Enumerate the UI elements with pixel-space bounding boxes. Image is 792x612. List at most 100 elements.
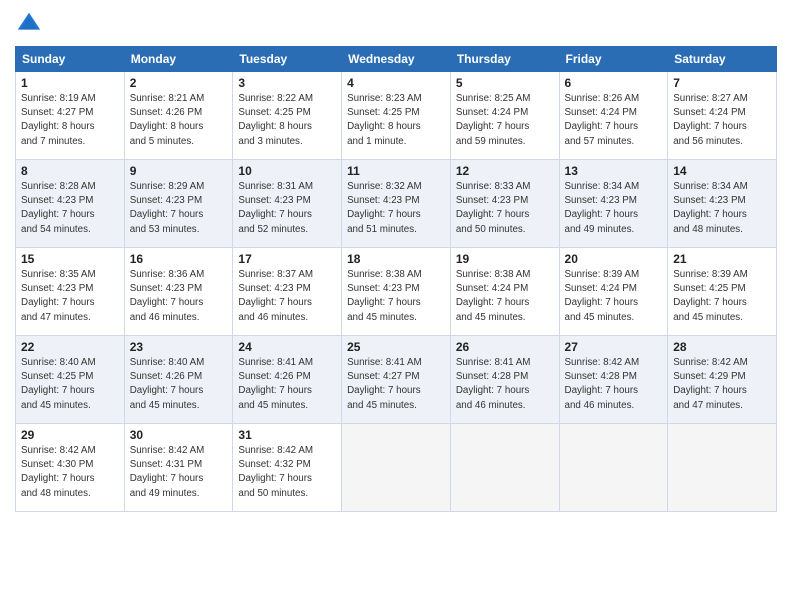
calendar-cell: 28 Sunrise: 8:42 AM Sunset: 4:29 PM Dayli… xyxy=(668,336,777,424)
day-detail: Sunrise: 8:34 AM Sunset: 4:23 PM Dayligh… xyxy=(673,180,771,237)
day-detail: Sunrise: 8:42 AM Sunset: 4:32 PM Dayligh… xyxy=(238,444,336,501)
calendar-week-1: 1Sunrise: 8:19 AM Sunset: 4:27 PM Daylig… xyxy=(16,72,777,160)
day-detail: Sunrise: 8:34 AM Sunset: 4:23 PM Dayligh… xyxy=(565,180,663,237)
day-detail: Sunrise: 8:29 AM Sunset: 4:23 PM Dayligh… xyxy=(130,180,228,237)
calendar-week-4: 22 Sunrise: 8:40 AM Sunset: 4:25 PM Dayli… xyxy=(16,336,777,424)
calendar-cell: 12 Sunrise: 8:33 AM Sunset: 4:23 PM Dayli… xyxy=(450,160,559,248)
day-detail: Sunrise: 8:38 AM Sunset: 4:23 PM Dayligh… xyxy=(347,268,445,325)
day-number: 27 xyxy=(565,340,663,354)
calendar-cell: 3 Sunrise: 8:22 AM Sunset: 4:25 PM Daylig… xyxy=(233,72,342,160)
calendar-cell: 22 Sunrise: 8:40 AM Sunset: 4:25 PM Dayli… xyxy=(16,336,125,424)
day-detail: Sunrise: 8:39 AM Sunset: 4:24 PM Dayligh… xyxy=(565,268,663,325)
day-detail: Sunrise: 8:27 AM Sunset: 4:24 PM Dayligh… xyxy=(673,92,771,149)
day-number: 16 xyxy=(130,252,228,266)
calendar-cell: 24 Sunrise: 8:41 AM Sunset: 4:26 PM Dayli… xyxy=(233,336,342,424)
logo xyxy=(15,10,47,38)
col-header-sunday: Sunday xyxy=(16,47,125,72)
calendar-cell: 21 Sunrise: 8:39 AM Sunset: 4:25 PM Dayli… xyxy=(668,248,777,336)
calendar-cell: 2 Sunrise: 8:21 AM Sunset: 4:26 PM Daylig… xyxy=(124,72,233,160)
calendar-cell: 7 Sunrise: 8:27 AM Sunset: 4:24 PM Daylig… xyxy=(668,72,777,160)
calendar-week-5: 29 Sunrise: 8:42 AM Sunset: 4:30 PM Dayli… xyxy=(16,424,777,512)
day-detail: Sunrise: 8:35 AM Sunset: 4:23 PM Dayligh… xyxy=(21,268,119,325)
calendar-cell: 13 Sunrise: 8:34 AM Sunset: 4:23 PM Dayli… xyxy=(559,160,668,248)
header xyxy=(15,10,777,38)
day-number: 9 xyxy=(130,164,228,178)
day-number: 19 xyxy=(456,252,554,266)
day-number: 20 xyxy=(565,252,663,266)
day-number: 14 xyxy=(673,164,771,178)
calendar-cell: 17 Sunrise: 8:37 AM Sunset: 4:23 PM Dayli… xyxy=(233,248,342,336)
page: SundayMondayTuesdayWednesdayThursdayFrid… xyxy=(0,0,792,612)
day-detail: Sunrise: 8:41 AM Sunset: 4:28 PM Dayligh… xyxy=(456,356,554,413)
col-header-thursday: Thursday xyxy=(450,47,559,72)
day-detail: Sunrise: 8:32 AM Sunset: 4:23 PM Dayligh… xyxy=(347,180,445,237)
calendar-cell: 29 Sunrise: 8:42 AM Sunset: 4:30 PM Dayli… xyxy=(16,424,125,512)
day-number: 12 xyxy=(456,164,554,178)
calendar-cell: 10 Sunrise: 8:31 AM Sunset: 4:23 PM Dayli… xyxy=(233,160,342,248)
day-number: 28 xyxy=(673,340,771,354)
day-number: 3 xyxy=(238,76,336,90)
calendar-cell: 9 Sunrise: 8:29 AM Sunset: 4:23 PM Daylig… xyxy=(124,160,233,248)
day-number: 21 xyxy=(673,252,771,266)
col-header-friday: Friday xyxy=(559,47,668,72)
day-detail: Sunrise: 8:41 AM Sunset: 4:26 PM Dayligh… xyxy=(238,356,336,413)
calendar-cell: 25 Sunrise: 8:41 AM Sunset: 4:27 PM Dayli… xyxy=(342,336,451,424)
calendar-cell: 16 Sunrise: 8:36 AM Sunset: 4:23 PM Dayli… xyxy=(124,248,233,336)
logo-icon xyxy=(15,10,43,38)
day-detail: Sunrise: 8:37 AM Sunset: 4:23 PM Dayligh… xyxy=(238,268,336,325)
day-number: 4 xyxy=(347,76,445,90)
day-detail: Sunrise: 8:26 AM Sunset: 4:24 PM Dayligh… xyxy=(565,92,663,149)
day-detail: Sunrise: 8:31 AM Sunset: 4:23 PM Dayligh… xyxy=(238,180,336,237)
calendar-cell: 31Sunrise: 8:42 AM Sunset: 4:32 PM Dayli… xyxy=(233,424,342,512)
day-detail: Sunrise: 8:42 AM Sunset: 4:30 PM Dayligh… xyxy=(21,444,119,501)
day-number: 24 xyxy=(238,340,336,354)
col-header-wednesday: Wednesday xyxy=(342,47,451,72)
calendar-cell xyxy=(559,424,668,512)
calendar-cell: 20 Sunrise: 8:39 AM Sunset: 4:24 PM Dayli… xyxy=(559,248,668,336)
day-detail: Sunrise: 8:28 AM Sunset: 4:23 PM Dayligh… xyxy=(21,180,119,237)
calendar-cell xyxy=(668,424,777,512)
calendar-cell: 1Sunrise: 8:19 AM Sunset: 4:27 PM Daylig… xyxy=(16,72,125,160)
col-header-saturday: Saturday xyxy=(668,47,777,72)
day-number: 23 xyxy=(130,340,228,354)
day-detail: Sunrise: 8:41 AM Sunset: 4:27 PM Dayligh… xyxy=(347,356,445,413)
day-detail: Sunrise: 8:25 AM Sunset: 4:24 PM Dayligh… xyxy=(456,92,554,149)
day-number: 15 xyxy=(21,252,119,266)
calendar-week-2: 8 Sunrise: 8:28 AM Sunset: 4:23 PM Daylig… xyxy=(16,160,777,248)
calendar-cell: 11 Sunrise: 8:32 AM Sunset: 4:23 PM Dayli… xyxy=(342,160,451,248)
calendar-cell: 15 Sunrise: 8:35 AM Sunset: 4:23 PM Dayli… xyxy=(16,248,125,336)
day-number: 6 xyxy=(565,76,663,90)
day-number: 18 xyxy=(347,252,445,266)
day-detail: Sunrise: 8:22 AM Sunset: 4:25 PM Dayligh… xyxy=(238,92,336,149)
calendar-cell xyxy=(342,424,451,512)
day-detail: Sunrise: 8:36 AM Sunset: 4:23 PM Dayligh… xyxy=(130,268,228,325)
calendar-cell: 19Sunrise: 8:38 AM Sunset: 4:24 PM Dayli… xyxy=(450,248,559,336)
day-number: 26 xyxy=(456,340,554,354)
day-number: 17 xyxy=(238,252,336,266)
day-number: 29 xyxy=(21,428,119,442)
day-detail: Sunrise: 8:42 AM Sunset: 4:31 PM Dayligh… xyxy=(130,444,228,501)
day-number: 22 xyxy=(21,340,119,354)
day-number: 8 xyxy=(21,164,119,178)
day-number: 13 xyxy=(565,164,663,178)
day-detail: Sunrise: 8:39 AM Sunset: 4:25 PM Dayligh… xyxy=(673,268,771,325)
calendar-cell: 30Sunrise: 8:42 AM Sunset: 4:31 PM Dayli… xyxy=(124,424,233,512)
day-detail: Sunrise: 8:21 AM Sunset: 4:26 PM Dayligh… xyxy=(130,92,228,149)
calendar-cell: 23Sunrise: 8:40 AM Sunset: 4:26 PM Dayli… xyxy=(124,336,233,424)
calendar-cell: 14 Sunrise: 8:34 AM Sunset: 4:23 PM Dayli… xyxy=(668,160,777,248)
day-number: 10 xyxy=(238,164,336,178)
calendar-cell: 27Sunrise: 8:42 AM Sunset: 4:28 PM Dayli… xyxy=(559,336,668,424)
day-number: 25 xyxy=(347,340,445,354)
calendar-cell: 18 Sunrise: 8:38 AM Sunset: 4:23 PM Dayli… xyxy=(342,248,451,336)
col-header-monday: Monday xyxy=(124,47,233,72)
col-header-tuesday: Tuesday xyxy=(233,47,342,72)
day-detail: Sunrise: 8:40 AM Sunset: 4:25 PM Dayligh… xyxy=(21,356,119,413)
day-detail: Sunrise: 8:33 AM Sunset: 4:23 PM Dayligh… xyxy=(456,180,554,237)
day-detail: Sunrise: 8:42 AM Sunset: 4:29 PM Dayligh… xyxy=(673,356,771,413)
day-number: 5 xyxy=(456,76,554,90)
day-number: 2 xyxy=(130,76,228,90)
day-number: 7 xyxy=(673,76,771,90)
calendar-cell: 4Sunrise: 8:23 AM Sunset: 4:25 PM Daylig… xyxy=(342,72,451,160)
day-number: 11 xyxy=(347,164,445,178)
calendar-header-row: SundayMondayTuesdayWednesdayThursdayFrid… xyxy=(16,47,777,72)
